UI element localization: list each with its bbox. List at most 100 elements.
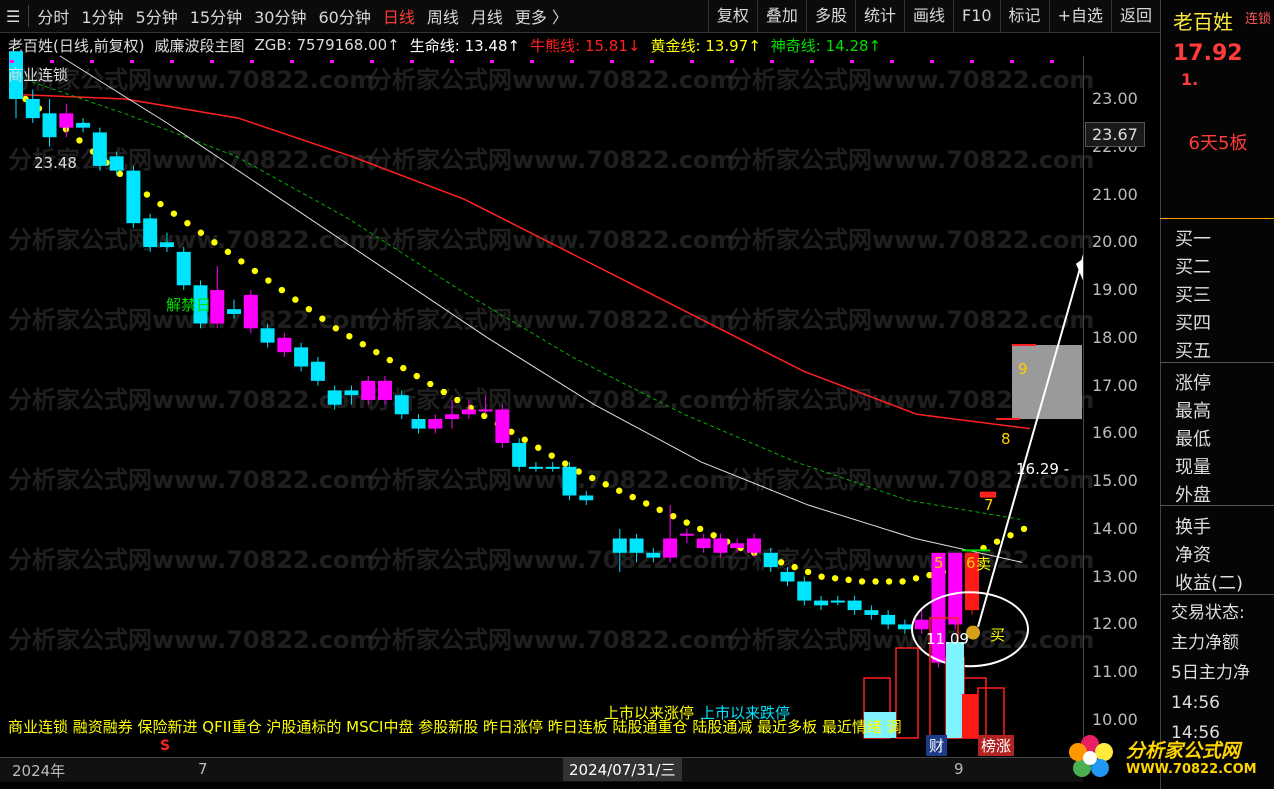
gold-line-dot xyxy=(629,493,636,501)
candle-body xyxy=(277,337,292,353)
gold-line-dot xyxy=(400,364,407,372)
marker-dot xyxy=(890,60,894,63)
marker-dot xyxy=(250,60,254,63)
candle-body xyxy=(579,495,594,501)
candle-body xyxy=(159,242,174,248)
price-tick: 18.00 xyxy=(1092,327,1138,347)
candle-body xyxy=(176,251,191,286)
gold-line-dot xyxy=(858,578,866,585)
dragon-tiger-badge[interactable]: 榜涨 xyxy=(978,735,1015,756)
quote-row-现量: 现量 xyxy=(1175,457,1211,478)
candle-body xyxy=(780,571,795,582)
candle-body xyxy=(612,538,627,553)
candle-body xyxy=(696,538,711,549)
candle-body xyxy=(42,113,57,138)
marker-dot xyxy=(650,60,654,63)
marker-dot xyxy=(210,60,214,63)
limit-tag: 连锁 xyxy=(1244,12,1271,27)
signal-s-marker: S xyxy=(160,738,171,754)
last-price-value: 17.92 xyxy=(1173,41,1243,66)
candle-body xyxy=(76,122,91,128)
marker-dot xyxy=(290,60,294,63)
candle-body xyxy=(528,466,543,469)
low-price-label: 11.09 xyxy=(926,630,969,648)
high-price-label: 23.48 xyxy=(34,154,77,172)
marker-dot xyxy=(730,60,734,63)
quote-row-买二: 买二 xyxy=(1175,257,1211,278)
gold-line-dot xyxy=(278,286,286,294)
gold-line-dot xyxy=(589,474,596,482)
gold-line-dot xyxy=(818,573,825,580)
gold-line-dot xyxy=(777,559,785,566)
toolbar-button-8[interactable]: 返回 xyxy=(1110,0,1160,32)
marker-dot xyxy=(410,60,414,63)
gold-line-dot xyxy=(238,258,245,265)
candle-body xyxy=(478,409,493,412)
candle-body xyxy=(109,156,124,171)
candle-body xyxy=(327,390,342,405)
candle-body xyxy=(562,466,577,496)
candle-body xyxy=(881,614,896,625)
price-tick: 11.00 xyxy=(1092,662,1138,682)
candle-body xyxy=(746,538,761,553)
marker-dot xyxy=(570,60,574,63)
gold-line-dot xyxy=(211,239,218,246)
candle-body xyxy=(344,390,359,396)
candle-body xyxy=(411,419,426,429)
sell-signal-label: 卖 xyxy=(976,555,992,573)
price-tick: 15.00 xyxy=(1092,471,1138,491)
candle-body xyxy=(260,328,275,343)
marker-dot xyxy=(810,60,814,63)
finance-badge[interactable]: 财 xyxy=(926,735,948,756)
gold-line-dot xyxy=(804,568,812,576)
signal-8: 8 xyxy=(1001,430,1011,448)
year-label: 2024年 xyxy=(12,762,66,780)
cursor-date: 2024/07/31/三 xyxy=(563,758,682,781)
gold-line-dot xyxy=(642,500,650,507)
candle-body xyxy=(143,218,158,248)
divider xyxy=(1160,505,1274,506)
price-tick: 23.00 xyxy=(1092,88,1138,108)
candle-body xyxy=(512,442,527,467)
gold-line-dot xyxy=(575,468,582,475)
price-tick: 10.00 xyxy=(1092,710,1138,729)
marker-dot xyxy=(1010,60,1014,63)
candle-body xyxy=(25,98,40,119)
candle-body xyxy=(461,409,476,415)
candlestick-chart[interactable] xyxy=(0,0,1083,757)
signal-9: 9 xyxy=(1018,360,1028,378)
target-price-label: 16.29 - xyxy=(1016,460,1070,478)
marker-dot xyxy=(490,60,494,63)
gold-line-dot xyxy=(521,436,528,443)
gold-line-dot xyxy=(562,460,569,467)
candle-body xyxy=(679,533,694,536)
candle-body xyxy=(445,414,460,420)
price-tick: 17.00 xyxy=(1092,375,1138,395)
candle-body xyxy=(545,466,560,469)
candle-body xyxy=(210,290,225,324)
candle-body xyxy=(763,552,778,568)
marker-dot xyxy=(970,60,974,63)
candle-body xyxy=(377,380,392,400)
marker-dot xyxy=(50,60,54,63)
candle-body xyxy=(897,624,912,630)
candle-body xyxy=(310,361,325,381)
gold-line-dot xyxy=(710,532,717,539)
price-axis: 23.0022.0021.0020.0019.0018.0017.0016.00… xyxy=(1083,56,1160,756)
marker-dot xyxy=(850,60,854,63)
concept-strip[interactable]: 商业连锁 融资融券 保险新进 QFII重仓 沪股通标的 MSCI中盘 参股新股 … xyxy=(8,716,902,737)
gold-line-dot xyxy=(912,575,920,582)
trade-status: 交易状态: 主力净额 5日主力净 14:56 14:56 xyxy=(1171,598,1250,748)
quote-row-买四: 买四 xyxy=(1175,313,1211,334)
quote-panel: 老百姓 连锁 17.92 1. 6天5板 买一 买二 买三 买四 买五 涨停 最高 最低 现量外… xyxy=(1160,0,1274,789)
gold-line-dot xyxy=(440,388,447,396)
marker-dot xyxy=(690,60,694,63)
candle-body xyxy=(361,380,376,400)
gold-line-dot xyxy=(548,452,555,459)
trade-row: 14:56 xyxy=(1171,693,1220,713)
marker-dot xyxy=(930,60,934,63)
gold-line-dot xyxy=(386,356,394,364)
price-tick: 20.00 xyxy=(1092,232,1138,252)
gold-line-dot xyxy=(683,519,690,526)
gold-line-dot xyxy=(1020,525,1028,533)
